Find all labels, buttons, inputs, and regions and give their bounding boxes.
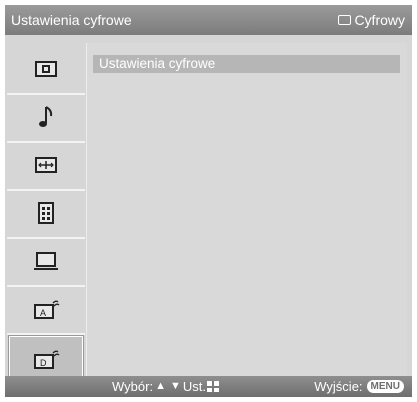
menu-key-icon[interactable]: MENU	[366, 380, 404, 393]
sidebar-item-pc[interactable]	[11, 241, 81, 281]
up-arrow-icon: ▲	[155, 380, 166, 392]
set-label: Ust.	[182, 379, 206, 394]
tv-menu-screen: Ustawienia cyfrowe Cyfrowy A D Ustawieni…	[5, 5, 412, 397]
sidebar-divider	[7, 93, 85, 95]
analog-antenna-icon: A	[34, 300, 60, 319]
music-note-icon	[39, 106, 53, 127]
down-arrow-icon: ▼	[169, 380, 181, 392]
analog-badge: A	[40, 308, 46, 318]
sidebar-item-settings[interactable]	[11, 193, 81, 233]
sidebar: A D	[5, 43, 85, 388]
page-title: Ustawienia cyfrowe	[11, 12, 132, 28]
exit-hint: Wyjście: MENU	[314, 376, 404, 397]
sidebar-item-analog-setup[interactable]: A	[11, 289, 81, 329]
footer-bar: Wybór: ▲ ▼ Ust. Wyjście: MENU	[5, 376, 412, 397]
sidebar-divider	[7, 141, 85, 143]
exit-label: Wyjście:	[314, 379, 363, 394]
input-mode-label: Cyfrowy	[354, 12, 405, 28]
screen-icon	[35, 157, 57, 173]
sidebar-divider	[7, 189, 85, 191]
sidebar-item-sound[interactable]	[11, 97, 81, 137]
sidebar-item-digital-setup[interactable]: D	[9, 336, 83, 381]
settings-list-icon	[38, 202, 54, 224]
picture-icon	[35, 61, 57, 77]
digital-badge: D	[40, 358, 47, 368]
pc-monitor-icon	[34, 252, 58, 270]
sidebar-divider	[7, 285, 85, 287]
title-bar: Ustawienia cyfrowe Cyfrowy	[5, 5, 412, 35]
menu-item-digital-settings[interactable]: Ustawienia cyfrowe	[93, 55, 400, 73]
sidebar-item-screen[interactable]	[11, 145, 81, 185]
enter-button-icon	[206, 381, 219, 392]
sidebar-divider	[7, 333, 85, 335]
main-content: Ustawienia cyfrowe	[86, 43, 407, 388]
navigation-hint: Wybór: ▲ ▼ Ust.	[112, 376, 219, 397]
sidebar-divider	[7, 237, 85, 239]
digital-antenna-icon: D	[34, 350, 60, 369]
input-mode-indicator: Cyfrowy	[338, 12, 405, 28]
sidebar-item-picture[interactable]	[11, 49, 81, 89]
tv-icon	[338, 15, 352, 25]
select-label: Wybór:	[112, 379, 154, 394]
